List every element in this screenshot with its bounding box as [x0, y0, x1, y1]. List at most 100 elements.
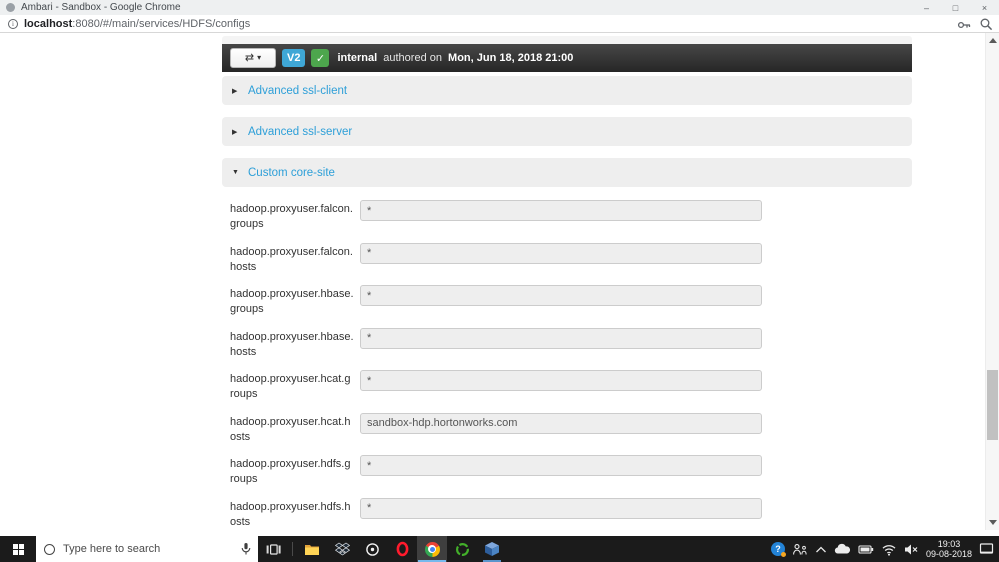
- window-title: Ambari - Sandbox - Google Chrome: [21, 2, 181, 13]
- config-row: hadoop.proxyuser.hcat.hosts: [222, 413, 912, 456]
- clock-time: 19:03: [926, 539, 972, 549]
- page-favicon: [6, 3, 15, 12]
- chevron-right-icon: ▶: [232, 87, 248, 95]
- site-info-icon[interactable]: i: [8, 19, 18, 29]
- dropbox-button[interactable]: [327, 536, 357, 562]
- config-row: hadoop.proxyuser.falcon.hosts: [222, 243, 912, 286]
- authored-prefix: authored on: [380, 52, 445, 64]
- close-button[interactable]: ×: [970, 0, 999, 15]
- config-label: hadoop.proxyuser.falcon.hosts: [230, 243, 354, 275]
- task-view-button[interactable]: [258, 536, 288, 562]
- url-path: :8080/#/main/services/HDFS/configs: [72, 18, 250, 30]
- cortana-icon: [44, 544, 55, 555]
- microphone-icon[interactable]: [240, 542, 252, 556]
- folder-icon: [304, 543, 320, 556]
- config-label: hadoop.proxyuser.falcon.groups: [230, 200, 354, 232]
- windows-logo-icon: [13, 544, 24, 555]
- config-label: hadoop.proxyuser.hbase.groups: [230, 285, 354, 317]
- browser-title-bar: Ambari - Sandbox - Google Chrome – □ ×: [0, 0, 999, 15]
- config-row: hadoop.proxyuser.hcat.groups: [222, 370, 912, 413]
- caret-down-icon: ▾: [257, 54, 261, 62]
- compare-icon: ⇄: [245, 53, 254, 64]
- clock-date: 09-08-2018: [926, 549, 972, 559]
- battery-icon[interactable]: [858, 544, 874, 555]
- config-row: hadoop.proxyuser.hdfs.groups: [222, 455, 912, 498]
- config-version-bar: ⇄ ▾ V2 ✓ internal authored on Mon, Jun 1…: [222, 44, 912, 72]
- window-controls: – □ ×: [912, 0, 999, 15]
- config-value-input[interactable]: [360, 328, 762, 349]
- record-target-button[interactable]: [357, 536, 387, 562]
- show-hidden-icons-chevron[interactable]: [815, 545, 827, 554]
- config-row: hadoop.proxyuser.hbase.hosts: [222, 328, 912, 371]
- config-panel: ⇄ ▾ V2 ✓ internal authored on Mon, Jun 1…: [222, 36, 912, 536]
- panel-top-strip: [222, 36, 912, 44]
- task-view-icon: [266, 543, 281, 556]
- section-advanced-ssl-server[interactable]: ▶ Advanced ssl-server: [222, 117, 912, 146]
- opera-icon: [395, 541, 410, 557]
- scroll-down-arrow-icon[interactable]: [989, 520, 997, 525]
- config-value-input[interactable]: [360, 285, 762, 306]
- config-value-input[interactable]: [360, 200, 762, 221]
- config-value-input[interactable]: [360, 243, 762, 264]
- help-notification-icon[interactable]: ?: [771, 542, 785, 556]
- chevron-down-icon: ▼: [232, 169, 248, 176]
- config-label: hadoop.proxyuser.hbase.hosts: [230, 328, 354, 360]
- config-label: hadoop.proxyuser.hdfs.groups: [230, 455, 354, 487]
- section-advanced-ssl-client[interactable]: ▶ Advanced ssl-client: [222, 76, 912, 105]
- scrollbar-thumb[interactable]: [987, 370, 998, 440]
- config-label: hadoop.proxyuser.hdfs.hosts: [230, 498, 354, 530]
- taskbar-search[interactable]: [36, 536, 258, 562]
- address-bar[interactable]: i localhost :8080/#/main/services/HDFS/c…: [0, 15, 999, 33]
- volume-muted-icon[interactable]: [904, 543, 919, 556]
- section-custom-core-site[interactable]: ▼ Custom core-site: [222, 158, 912, 187]
- virtualbox-button[interactable]: [477, 536, 507, 562]
- people-icon[interactable]: [792, 543, 808, 556]
- minimize-button[interactable]: –: [912, 0, 941, 15]
- file-explorer-button[interactable]: [297, 536, 327, 562]
- opera-button[interactable]: [387, 536, 417, 562]
- ambari-configs-page: ⇄ ▾ V2 ✓ internal authored on Mon, Jun 1…: [0, 33, 999, 536]
- green-ring-icon: [455, 542, 470, 557]
- section-label: Advanced ssl-server: [248, 126, 352, 138]
- chevron-right-icon: ▶: [232, 128, 248, 136]
- version-badge[interactable]: V2: [282, 49, 305, 67]
- url-host: localhost: [24, 18, 72, 30]
- version-authored-text: internal authored on Mon, Jun 18, 2018 2…: [337, 52, 573, 64]
- section-label: Custom core-site: [248, 167, 335, 179]
- config-label: hadoop.proxyuser.hcat.groups: [230, 370, 354, 402]
- section-label: Advanced ssl-client: [248, 85, 347, 97]
- chrome-icon: [425, 542, 440, 557]
- chrome-button[interactable]: [417, 536, 447, 562]
- custom-core-site-body: hadoop.proxyuser.falcon.groups hadoop.pr…: [222, 187, 912, 536]
- config-value-input[interactable]: [360, 413, 762, 434]
- search-input[interactable]: [63, 543, 240, 555]
- green-ring-app-button[interactable]: [447, 536, 477, 562]
- wifi-icon[interactable]: [881, 543, 897, 556]
- config-value-input[interactable]: [360, 370, 762, 391]
- compare-versions-button[interactable]: ⇄ ▾: [230, 48, 276, 68]
- password-key-icon[interactable]: [957, 17, 971, 31]
- config-value-input[interactable]: [360, 455, 762, 476]
- target-circle-icon: [365, 542, 380, 557]
- virtualbox-cube-icon: [484, 541, 500, 557]
- authored-date: Mon, Jun 18, 2018 21:00: [448, 52, 573, 64]
- config-row: hadoop.proxyuser.hdfs.hosts: [222, 498, 912, 537]
- config-row: hadoop.proxyuser.falcon.groups: [222, 200, 912, 243]
- scroll-up-arrow-icon[interactable]: [989, 38, 997, 43]
- start-button[interactable]: [0, 536, 36, 562]
- zoom-glass-icon[interactable]: [979, 17, 993, 31]
- taskbar-separator: [292, 542, 293, 556]
- dropbox-icon: [335, 542, 350, 556]
- version-name: internal: [337, 52, 377, 64]
- current-version-check-icon: ✓: [311, 49, 329, 67]
- config-value-input[interactable]: [360, 498, 762, 519]
- maximize-button[interactable]: □: [941, 0, 970, 15]
- action-center-icon[interactable]: [979, 542, 994, 556]
- system-tray: ?: [771, 536, 999, 562]
- onedrive-cloud-icon[interactable]: [834, 543, 851, 555]
- taskbar-clock[interactable]: 19:03 09-08-2018: [926, 539, 972, 559]
- page-scrollbar[interactable]: [985, 33, 999, 530]
- question-glyph: ?: [775, 544, 781, 554]
- config-label: hadoop.proxyuser.hcat.hosts: [230, 413, 354, 445]
- config-row: hadoop.proxyuser.hbase.groups: [222, 285, 912, 328]
